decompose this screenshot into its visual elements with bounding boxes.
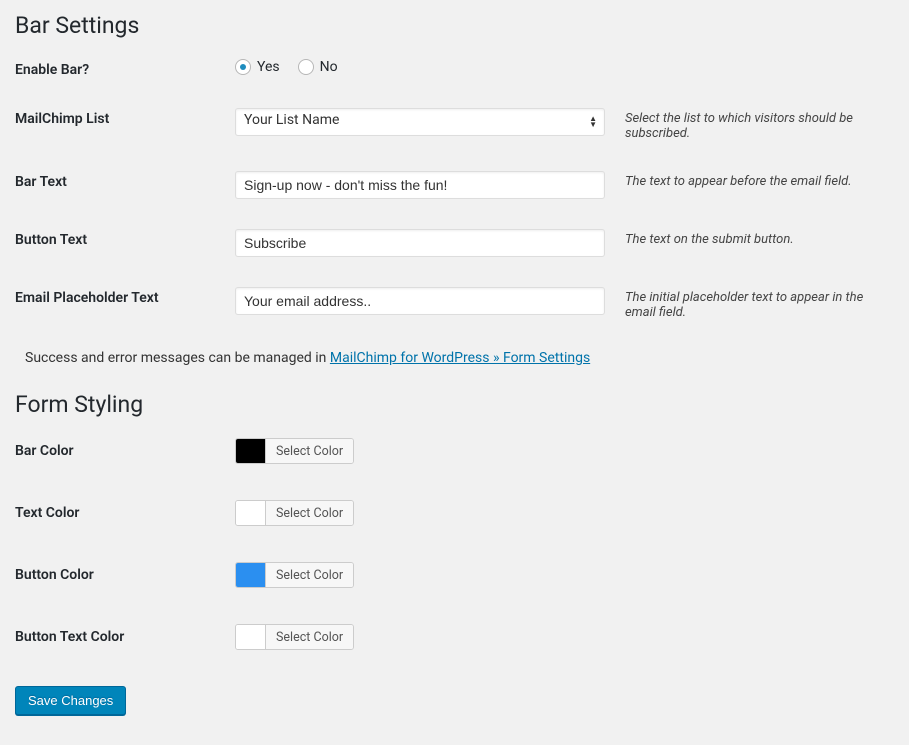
info-prefix: Success and error messages can be manage… bbox=[25, 350, 330, 366]
color-picker-button[interactable]: Select Color bbox=[235, 562, 354, 588]
label-button-text-color: Button Text Color bbox=[15, 629, 235, 645]
color-swatch bbox=[236, 501, 266, 525]
radio-icon bbox=[235, 59, 251, 75]
select-mailchimp-list[interactable]: Your List Name bbox=[235, 108, 605, 136]
label-button-text: Button Text bbox=[15, 229, 235, 248]
color-picker-bar[interactable]: Select Color bbox=[235, 438, 354, 464]
help-bar-text: The text to appear before the email fiel… bbox=[625, 171, 852, 189]
help-mailchimp-list: Select the list to which visitors should… bbox=[625, 108, 894, 141]
radio-label-yes: Yes bbox=[257, 59, 280, 75]
select-color-button[interactable]: Select Color bbox=[266, 625, 353, 649]
input-email-placeholder[interactable] bbox=[235, 287, 605, 315]
label-text-color: Text Color bbox=[15, 505, 235, 521]
color-picker-button-text[interactable]: Select Color bbox=[235, 624, 354, 650]
input-bar-text[interactable] bbox=[235, 171, 605, 199]
radio-icon bbox=[298, 59, 314, 75]
radio-enable-bar-no[interactable]: No bbox=[298, 59, 338, 75]
label-button-color: Button Color bbox=[15, 567, 235, 583]
radio-label-no: No bbox=[320, 59, 338, 75]
select-color-button[interactable]: Select Color bbox=[266, 501, 353, 525]
info-messages: Success and error messages can be manage… bbox=[25, 350, 894, 366]
label-enable-bar: Enable Bar? bbox=[15, 59, 235, 78]
select-color-button[interactable]: Select Color bbox=[266, 563, 353, 587]
label-bar-color: Bar Color bbox=[15, 443, 235, 459]
label-bar-text: Bar Text bbox=[15, 171, 235, 190]
section-form-styling: Form Styling bbox=[15, 391, 894, 418]
color-swatch bbox=[236, 625, 266, 649]
help-email-placeholder: The initial placeholder text to appear i… bbox=[625, 287, 894, 320]
radio-enable-bar-yes[interactable]: Yes bbox=[235, 59, 280, 75]
help-button-text: The text on the submit button. bbox=[625, 229, 794, 247]
color-swatch bbox=[236, 439, 266, 463]
input-button-text[interactable] bbox=[235, 229, 605, 257]
link-form-settings[interactable]: MailChimp for WordPress » Form Settings bbox=[330, 350, 590, 366]
label-email-placeholder: Email Placeholder Text bbox=[15, 287, 235, 306]
label-mailchimp-list: MailChimp List bbox=[15, 108, 235, 127]
select-color-button[interactable]: Select Color bbox=[266, 439, 353, 463]
section-bar-settings: Bar Settings bbox=[15, 12, 894, 39]
color-swatch bbox=[236, 563, 266, 587]
color-picker-text[interactable]: Select Color bbox=[235, 500, 354, 526]
save-button[interactable]: Save Changes bbox=[15, 686, 126, 715]
